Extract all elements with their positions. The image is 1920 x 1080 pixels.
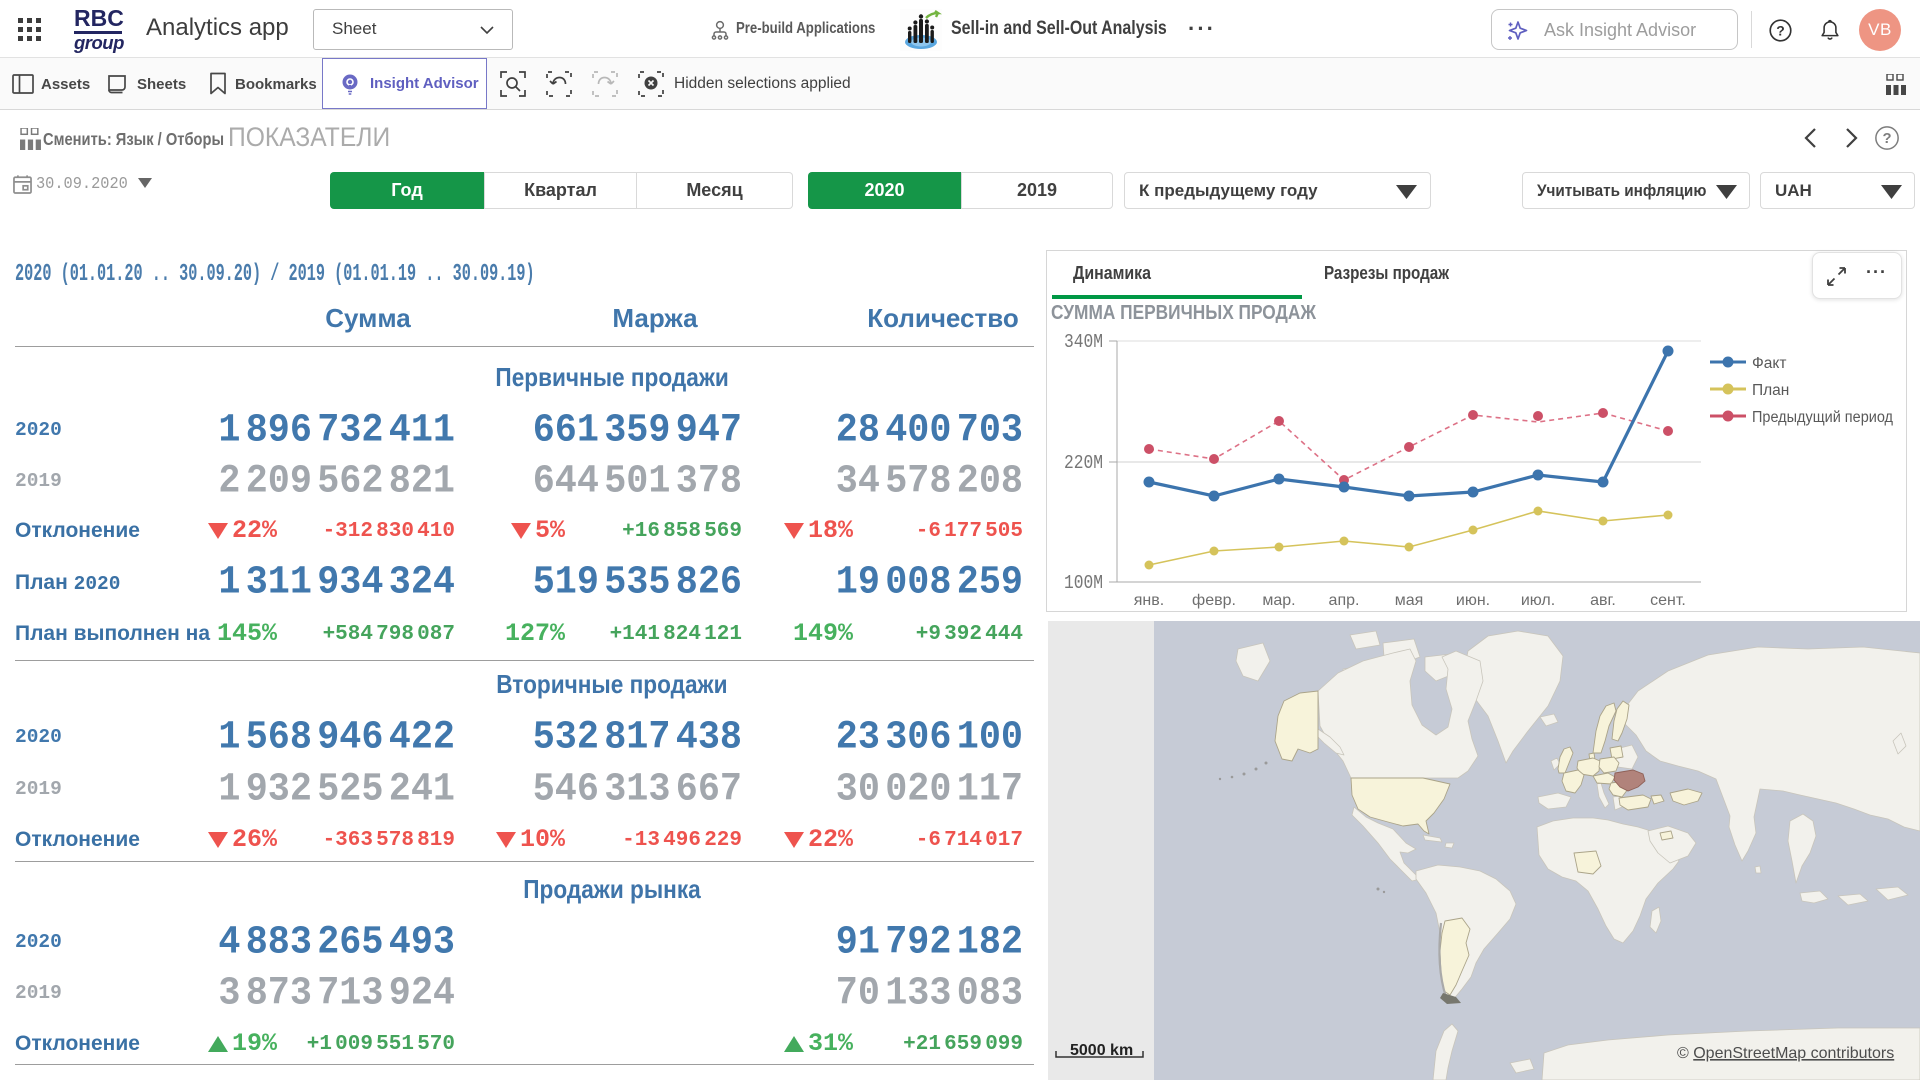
svg-text:февр.: февр. [1192,592,1236,609]
svg-text:СУММА ПЕРВИЧНЫХ ПРОДАЖ: СУММА ПЕРВИЧНЫХ ПРОДАЖ [1051,302,1317,324]
svg-text:5000 km: 5000 km [1070,1042,1133,1059]
svg-text:220M: 220M [1064,452,1103,474]
svg-text:янв.: янв. [1134,592,1164,609]
svg-text:июн.: июн. [1456,592,1490,609]
svg-text:авг.: авг. [1590,592,1616,609]
svg-text:План: План [1752,382,1789,399]
svg-text:?: ? [1882,131,1891,147]
svg-text:Предыдущий период: Предыдущий период [1752,409,1893,426]
svg-text:сент.: сент. [1650,592,1686,609]
svg-text:апр.: апр. [1329,592,1360,609]
svg-text:Разрезы продаж: Разрезы продаж [1324,263,1449,283]
svg-text:?: ? [1776,22,1785,38]
svg-text:100M: 100M [1064,572,1103,594]
svg-text:© OpenStreetMap contributors: © OpenStreetMap contributors [1677,1045,1894,1062]
svg-text:Факт: Факт [1752,355,1786,372]
svg-text:340M: 340M [1064,331,1103,353]
svg-text:мая: мая [1395,592,1424,609]
svg-text:Динамика: Динамика [1073,263,1152,283]
svg-text:мар.: мар. [1262,592,1295,609]
svg-text:июл.: июл. [1521,592,1555,609]
